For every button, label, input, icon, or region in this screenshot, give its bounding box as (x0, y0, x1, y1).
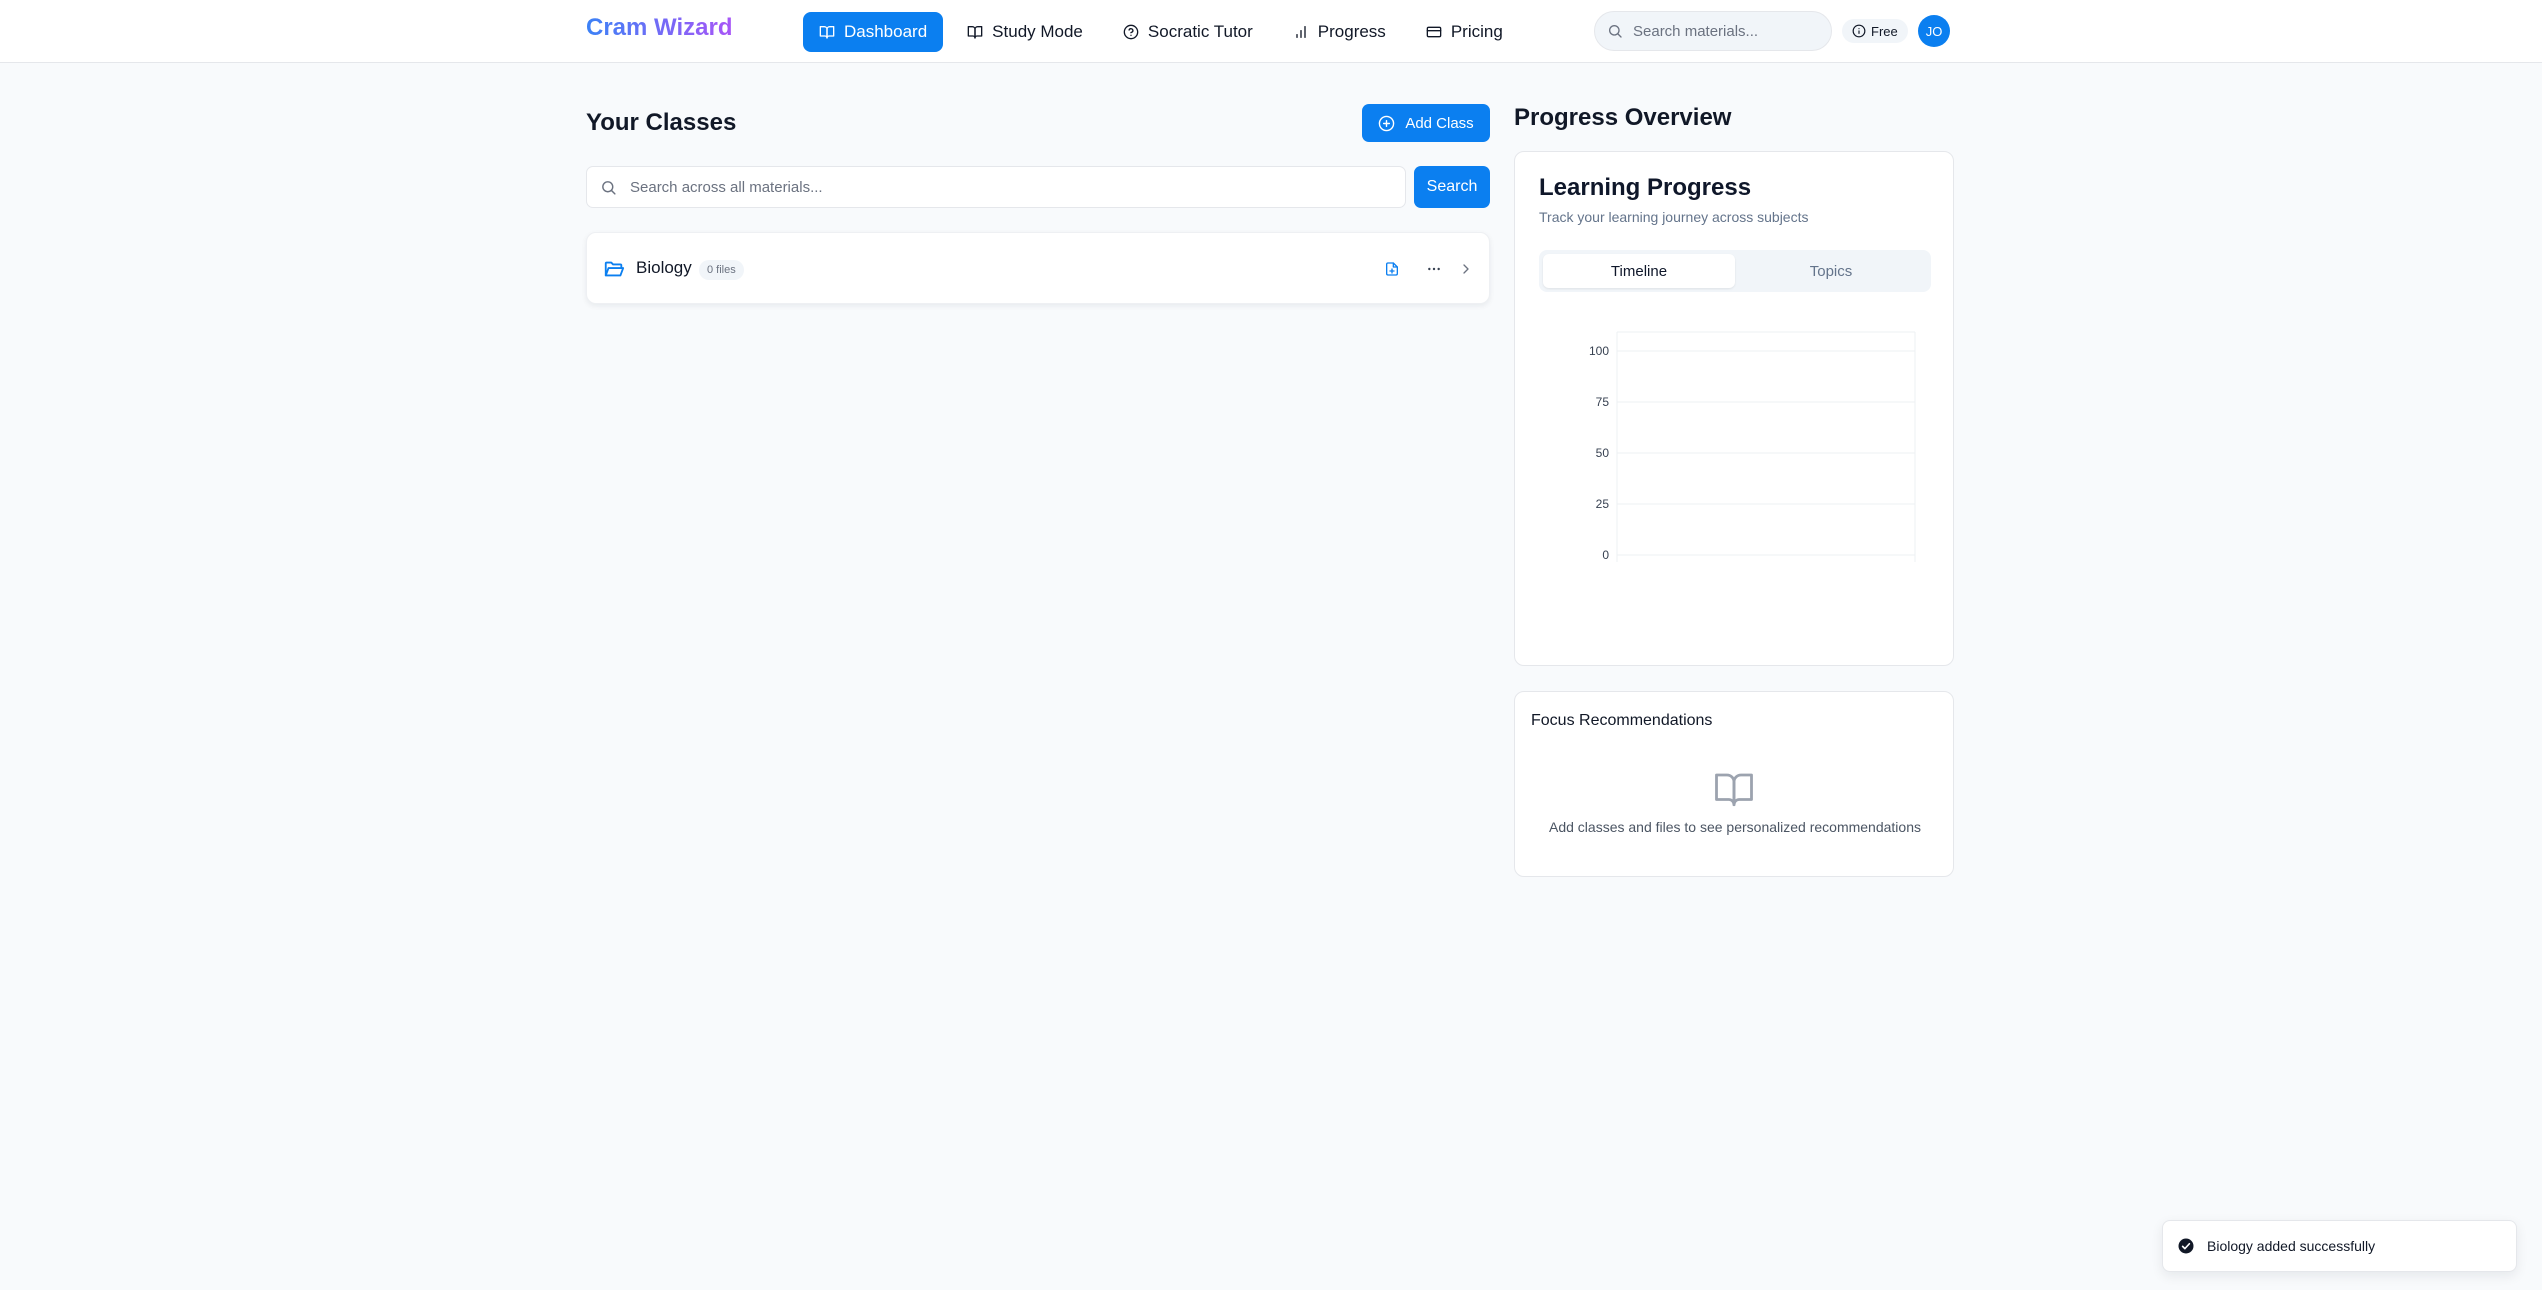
header-search (1594, 11, 1832, 51)
book-open-icon (1715, 773, 1753, 807)
nav-socratic-tutor[interactable]: Socratic Tutor (1107, 12, 1269, 52)
success-toast: Biology added successfully (2162, 1220, 2517, 1272)
chevron-right-icon (1463, 264, 1469, 274)
focus-recommendations-card: Focus Recommendations Add classes and fi… (1514, 691, 1954, 877)
nav-study-mode-label: Study Mode (992, 22, 1083, 41)
plus-circle-icon (1379, 115, 1395, 131)
learning-progress-title: Learning Progress (1539, 174, 1752, 201)
y-tick-label: 50 (1596, 446, 1610, 460)
nav-dashboard[interactable]: Dashboard (803, 12, 944, 52)
materials-search (586, 166, 1406, 208)
progress-overview-title: Progress Overview (1514, 104, 1732, 131)
plan-badge[interactable]: Free (1842, 19, 1908, 43)
nav-progress[interactable]: Progress (1277, 12, 1402, 52)
nav-progress-label: Progress (1317, 22, 1386, 41)
file-plus-icon (1386, 262, 1398, 276)
progress-timeline-chart: 100 75 50 25 0 (1589, 331, 1916, 562)
class-card-biology[interactable]: Biology 0 files (586, 232, 1490, 304)
toast-message: Biology added successfully (2207, 1238, 2376, 1254)
y-tick-label: 100 (1589, 344, 1609, 358)
search-icon (1609, 25, 1622, 38)
expand-class-button[interactable] (1453, 256, 1479, 282)
more-options-button[interactable] (1421, 256, 1447, 282)
book-open-icon (967, 26, 983, 39)
check-circle-icon (2178, 1238, 2194, 1254)
learning-progress-card: Learning Progress Track your learning jo… (1514, 151, 1954, 666)
y-tick-label: 75 (1596, 395, 1610, 409)
file-count-badge: 0 files (699, 260, 744, 280)
learning-progress-subtitle: Track your learning journey across subje… (1539, 209, 1809, 225)
main-nav: Dashboard Study Mode Socratic Tutor Prog… (803, 12, 1519, 52)
nav-dashboard-label: Dashboard (844, 22, 928, 41)
nav-socratic-tutor-label: Socratic Tutor (1147, 22, 1253, 41)
top-navbar: Cram Wizard Dashboard Study Mode Socrati… (0, 0, 2542, 63)
nav-pricing[interactable]: Pricing (1410, 12, 1519, 52)
add-class-label: Add Class (1405, 114, 1474, 132)
focus-title: Focus Recommendations (1531, 712, 1713, 729)
book-open-icon (819, 26, 835, 39)
more-horizontal-icon (1428, 267, 1440, 271)
y-tick-label: 0 (1602, 548, 1609, 562)
tab-timeline[interactable]: Timeline (1543, 254, 1735, 288)
class-name: Biology (636, 258, 692, 277)
brand-logo[interactable]: Cram Wizard (586, 14, 732, 42)
focus-empty-message: Add classes and files to see personalize… (1549, 819, 1921, 835)
bar-chart-icon (1296, 26, 1306, 38)
add-class-button[interactable]: Add Class (1362, 104, 1490, 142)
nav-pricing-label: Pricing (1450, 22, 1503, 41)
nav-study-mode[interactable]: Study Mode (951, 12, 1099, 52)
info-icon (1852, 24, 1866, 38)
folder-open-icon (604, 261, 625, 277)
search-icon (602, 180, 616, 195)
plan-label: Free (1871, 23, 1898, 39)
header-search-input[interactable] (1633, 22, 1813, 40)
help-circle-icon (1123, 24, 1139, 40)
tab-topics[interactable]: Topics (1735, 254, 1927, 288)
classes-title: Your Classes (586, 109, 737, 136)
add-file-button[interactable] (1379, 256, 1405, 282)
progress-tabs: Timeline Topics (1539, 250, 1931, 292)
y-tick-label: 25 (1596, 497, 1610, 511)
materials-search-input[interactable] (630, 178, 1390, 196)
user-avatar[interactable]: JO (1918, 15, 1950, 47)
credit-card-icon (1426, 26, 1442, 38)
search-button[interactable]: Search (1414, 166, 1490, 208)
